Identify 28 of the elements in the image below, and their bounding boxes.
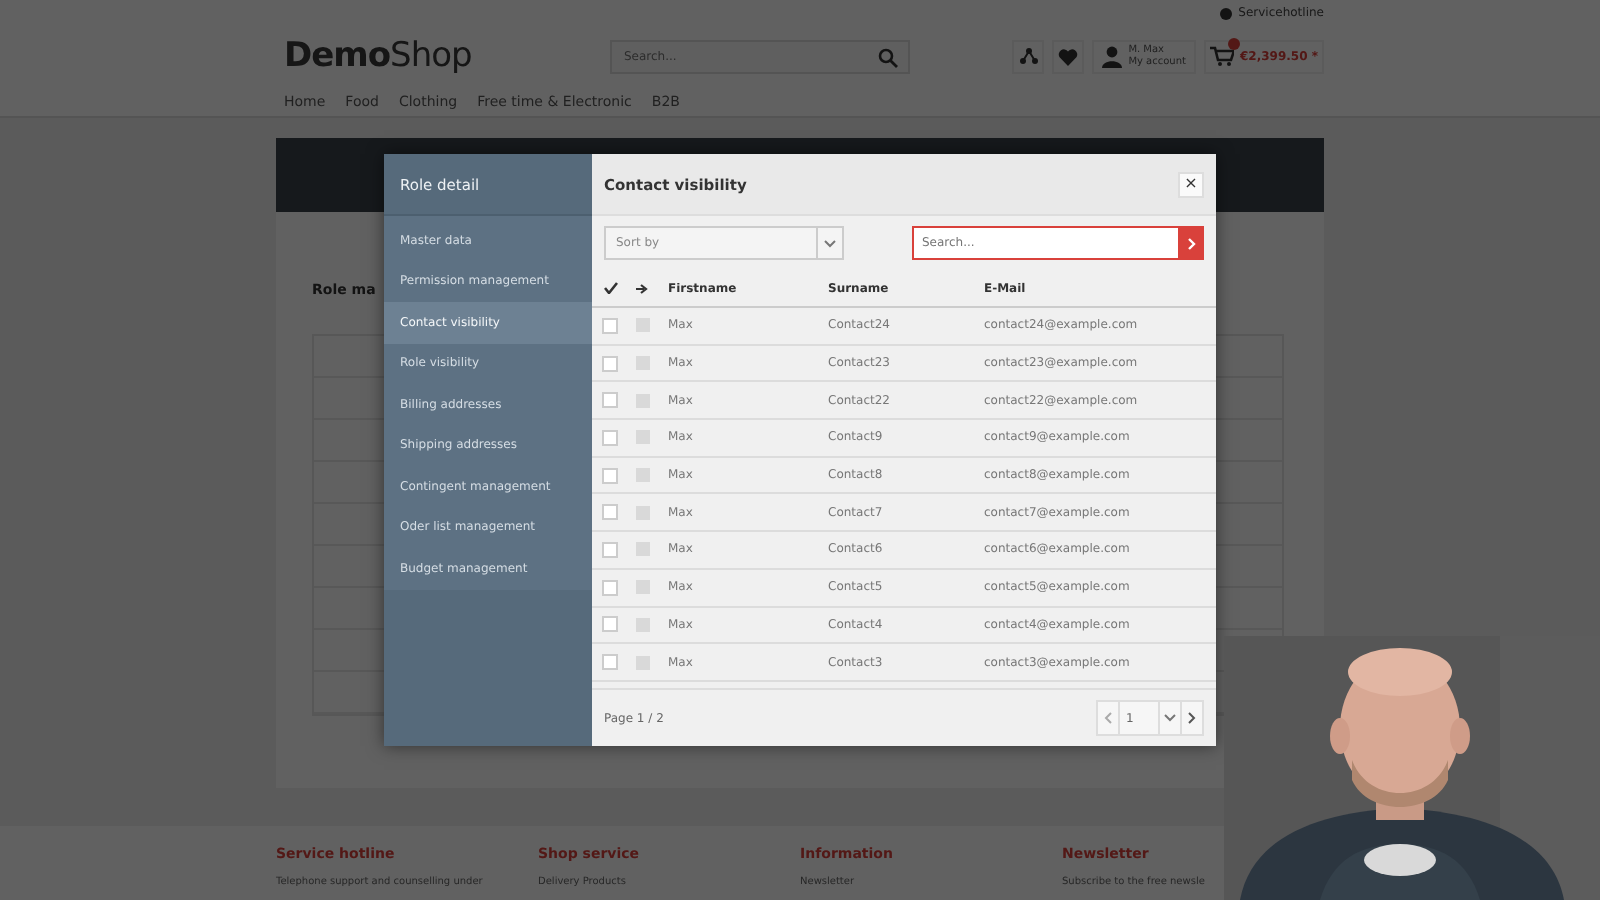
checkbox[interactable] <box>602 355 618 372</box>
chevron-down-icon <box>1164 714 1176 722</box>
checkbox[interactable] <box>602 616 618 633</box>
close-button[interactable]: × <box>1178 171 1204 197</box>
checkbox[interactable] <box>602 504 618 521</box>
compare-button[interactable] <box>1012 39 1045 73</box>
checkbox[interactable] <box>602 392 618 409</box>
heart-icon <box>1058 47 1079 65</box>
chevron-right-icon <box>1188 712 1196 724</box>
chevron-down-icon <box>824 239 836 247</box>
chevron-right-icon <box>1188 237 1196 249</box>
checkbox[interactable] <box>602 429 618 446</box>
checkmark-icon <box>603 282 617 294</box>
search-icon <box>878 47 898 67</box>
chevron-left-icon <box>1104 712 1112 724</box>
search-button[interactable] <box>1180 226 1204 260</box>
badge-icon <box>1227 38 1240 50</box>
checkbox[interactable] <box>602 541 618 558</box>
wishlist-button[interactable] <box>1052 39 1085 73</box>
arrow-right-icon <box>636 283 648 293</box>
network-icon <box>1019 48 1038 64</box>
person-icon <box>1102 45 1123 67</box>
checkbox[interactable] <box>602 467 618 484</box>
checkbox[interactable] <box>602 579 618 596</box>
checkbox[interactable] <box>602 317 618 334</box>
checkbox[interactable] <box>602 654 618 671</box>
shop-logo[interactable]: DemoShop <box>284 36 610 76</box>
cart-icon <box>1209 46 1234 66</box>
